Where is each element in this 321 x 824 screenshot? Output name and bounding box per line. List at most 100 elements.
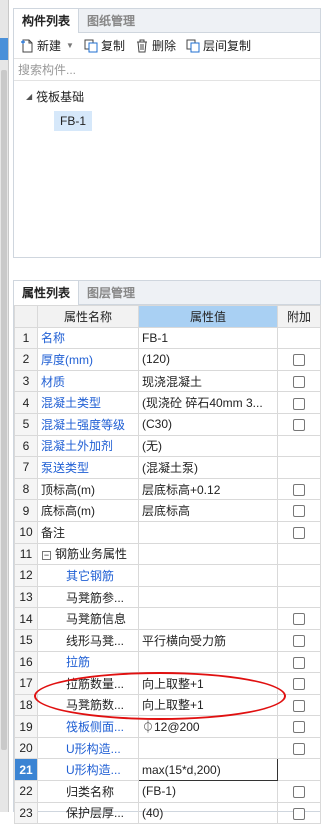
extra-checkbox[interactable]: [293, 419, 305, 432]
row-number[interactable]: 4: [14, 391, 38, 414]
property-name-cell[interactable]: 马凳筋信息: [37, 607, 139, 630]
property-name-cell[interactable]: U形构造...: [37, 736, 139, 760]
table-row[interactable]: 14 马凳筋信息: [14, 607, 321, 630]
header-property-value[interactable]: 属性值: [138, 305, 278, 328]
extra-checkbox[interactable]: [293, 527, 305, 540]
property-value-cell[interactable]: [138, 520, 278, 544]
table-row[interactable]: 1 名称 FB-1: [14, 326, 321, 350]
property-value-cell[interactable]: FB-1: [138, 326, 278, 350]
property-value-cell[interactable]: (无): [138, 434, 278, 458]
property-value-cell[interactable]: 向上取整+1: [138, 693, 278, 717]
row-number[interactable]: 3: [14, 369, 38, 393]
table-row[interactable]: 21 U形构造... max(15*d,200): [14, 758, 321, 782]
row-number[interactable]: 14: [14, 607, 38, 630]
tree-node-fb1[interactable]: FB-1: [54, 111, 93, 131]
property-value-input[interactable]: max(15*d,200): [138, 758, 278, 782]
table-row[interactable]: 17 拉筋数量... 向上取整+1: [14, 672, 321, 695]
property-name-cell[interactable]: 马凳筋参...: [37, 585, 139, 609]
table-row[interactable]: 8 顶标高(m) 层底标高+0.12: [14, 477, 321, 501]
property-value-cell[interactable]: (混凝土泵): [138, 456, 278, 479]
property-name-cell[interactable]: 名称: [37, 326, 139, 350]
extra-checkbox[interactable]: [293, 721, 305, 734]
extra-checkbox[interactable]: [293, 678, 305, 691]
row-number[interactable]: 9: [14, 499, 38, 522]
property-name-cell[interactable]: 马凳筋数...: [37, 693, 139, 717]
property-value-cell[interactable]: 层底标高+0.12: [138, 477, 278, 501]
row-number[interactable]: 16: [14, 650, 38, 674]
property-name-cell[interactable]: U形构造...: [37, 758, 139, 782]
extra-checkbox[interactable]: [293, 483, 305, 496]
new-button[interactable]: 新建 ▼: [20, 37, 74, 54]
property-name-cell[interactable]: 混凝土外加剂: [37, 434, 139, 458]
collapse-icon[interactable]: −: [42, 550, 51, 560]
extra-checkbox[interactable]: [293, 699, 305, 712]
tab-layer-management[interactable]: 图层管理: [79, 281, 143, 305]
tab-property-list[interactable]: 属性列表: [14, 281, 80, 305]
row-number[interactable]: 15: [14, 628, 38, 652]
property-name-cell[interactable]: 混凝土强度等级: [37, 412, 139, 436]
row-number[interactable]: 17: [14, 672, 38, 695]
table-row[interactable]: 18 马凳筋数... 向上取整+1: [14, 693, 321, 717]
property-value-cell[interactable]: 现浇混凝土: [138, 369, 278, 393]
header-extra[interactable]: 附加: [277, 305, 321, 328]
table-row[interactable]: 20 U形构造...: [14, 736, 321, 760]
property-name-cell[interactable]: 混凝土类型: [37, 391, 139, 414]
row-number[interactable]: 8: [14, 477, 38, 501]
copy-button[interactable]: 复制: [84, 37, 125, 54]
table-row[interactable]: 11− 钢筋业务属性: [14, 542, 321, 566]
dock-handle[interactable]: [0, 38, 8, 60]
property-value-cell[interactable]: 向上取整+1: [138, 672, 278, 695]
table-row[interactable]: 5 混凝土强度等级 (C30): [14, 412, 321, 436]
extra-checkbox[interactable]: [293, 505, 305, 518]
delete-button[interactable]: 删除: [135, 37, 176, 54]
table-row[interactable]: 23 保护层厚... (40): [14, 801, 321, 824]
row-number[interactable]: 6: [14, 434, 38, 458]
row-number[interactable]: 13: [14, 585, 38, 609]
property-name-cell[interactable]: 归类名称: [37, 780, 139, 803]
property-value-cell[interactable]: (C30): [138, 412, 278, 436]
property-value-cell[interactable]: ⏀12@200: [138, 715, 278, 738]
row-number[interactable]: 20: [14, 736, 38, 760]
extra-checkbox[interactable]: [293, 397, 305, 410]
extra-checkbox[interactable]: [293, 635, 305, 648]
table-row[interactable]: 22 归类名称 (FB-1): [14, 780, 321, 803]
component-search-input[interactable]: 搜索构件...: [14, 59, 320, 81]
row-number[interactable]: 22: [14, 780, 38, 803]
property-name-cell[interactable]: 泵送类型: [37, 456, 139, 479]
property-name-cell[interactable]: 拉筋: [37, 650, 139, 674]
property-name-cell[interactable]: 底标高(m): [37, 499, 139, 522]
row-number[interactable]: 11: [14, 542, 38, 566]
property-value-cell[interactable]: [138, 564, 278, 587]
property-name-cell[interactable]: 线形马凳...: [37, 628, 139, 652]
table-row[interactable]: 19 筏板侧面... ⏀12@200: [14, 715, 321, 738]
property-name-cell[interactable]: 备注: [37, 520, 139, 544]
row-number[interactable]: 5: [14, 412, 38, 436]
property-name-cell[interactable]: 材质: [37, 369, 139, 393]
property-name-cell[interactable]: 拉筋数量...: [37, 672, 139, 695]
property-value-cell[interactable]: [138, 585, 278, 609]
table-row[interactable]: 9 底标高(m) 层底标高: [14, 499, 321, 522]
row-number[interactable]: 12: [14, 564, 38, 587]
extra-checkbox[interactable]: [293, 786, 305, 799]
table-row[interactable]: 10 备注: [14, 520, 321, 544]
table-row[interactable]: 2 厚度(mm) (120): [14, 348, 321, 371]
property-value-cell[interactable]: [138, 607, 278, 630]
row-number[interactable]: 7: [14, 456, 38, 479]
header-property-name[interactable]: 属性名称: [37, 305, 139, 328]
chevron-down-icon[interactable]: ▼: [66, 41, 74, 50]
table-row[interactable]: 16 拉筋: [14, 650, 321, 674]
property-name-cell[interactable]: − 钢筋业务属性: [37, 542, 139, 566]
left-scrollbar[interactable]: [1, 70, 7, 750]
property-value-cell[interactable]: (120): [138, 348, 278, 371]
extra-checkbox[interactable]: [293, 613, 305, 626]
property-value-cell[interactable]: [138, 650, 278, 674]
table-row[interactable]: 7 泵送类型 (混凝土泵): [14, 456, 321, 479]
extra-checkbox[interactable]: [293, 743, 305, 755]
property-value-cell[interactable]: [138, 542, 278, 566]
property-value-cell[interactable]: (FB-1): [138, 780, 278, 803]
extra-checkbox[interactable]: [293, 375, 305, 388]
row-number[interactable]: 10: [14, 520, 38, 544]
property-value-cell[interactable]: [138, 736, 278, 760]
expand-triangle-icon[interactable]: ◢: [26, 92, 32, 101]
row-number[interactable]: 18: [14, 693, 38, 717]
